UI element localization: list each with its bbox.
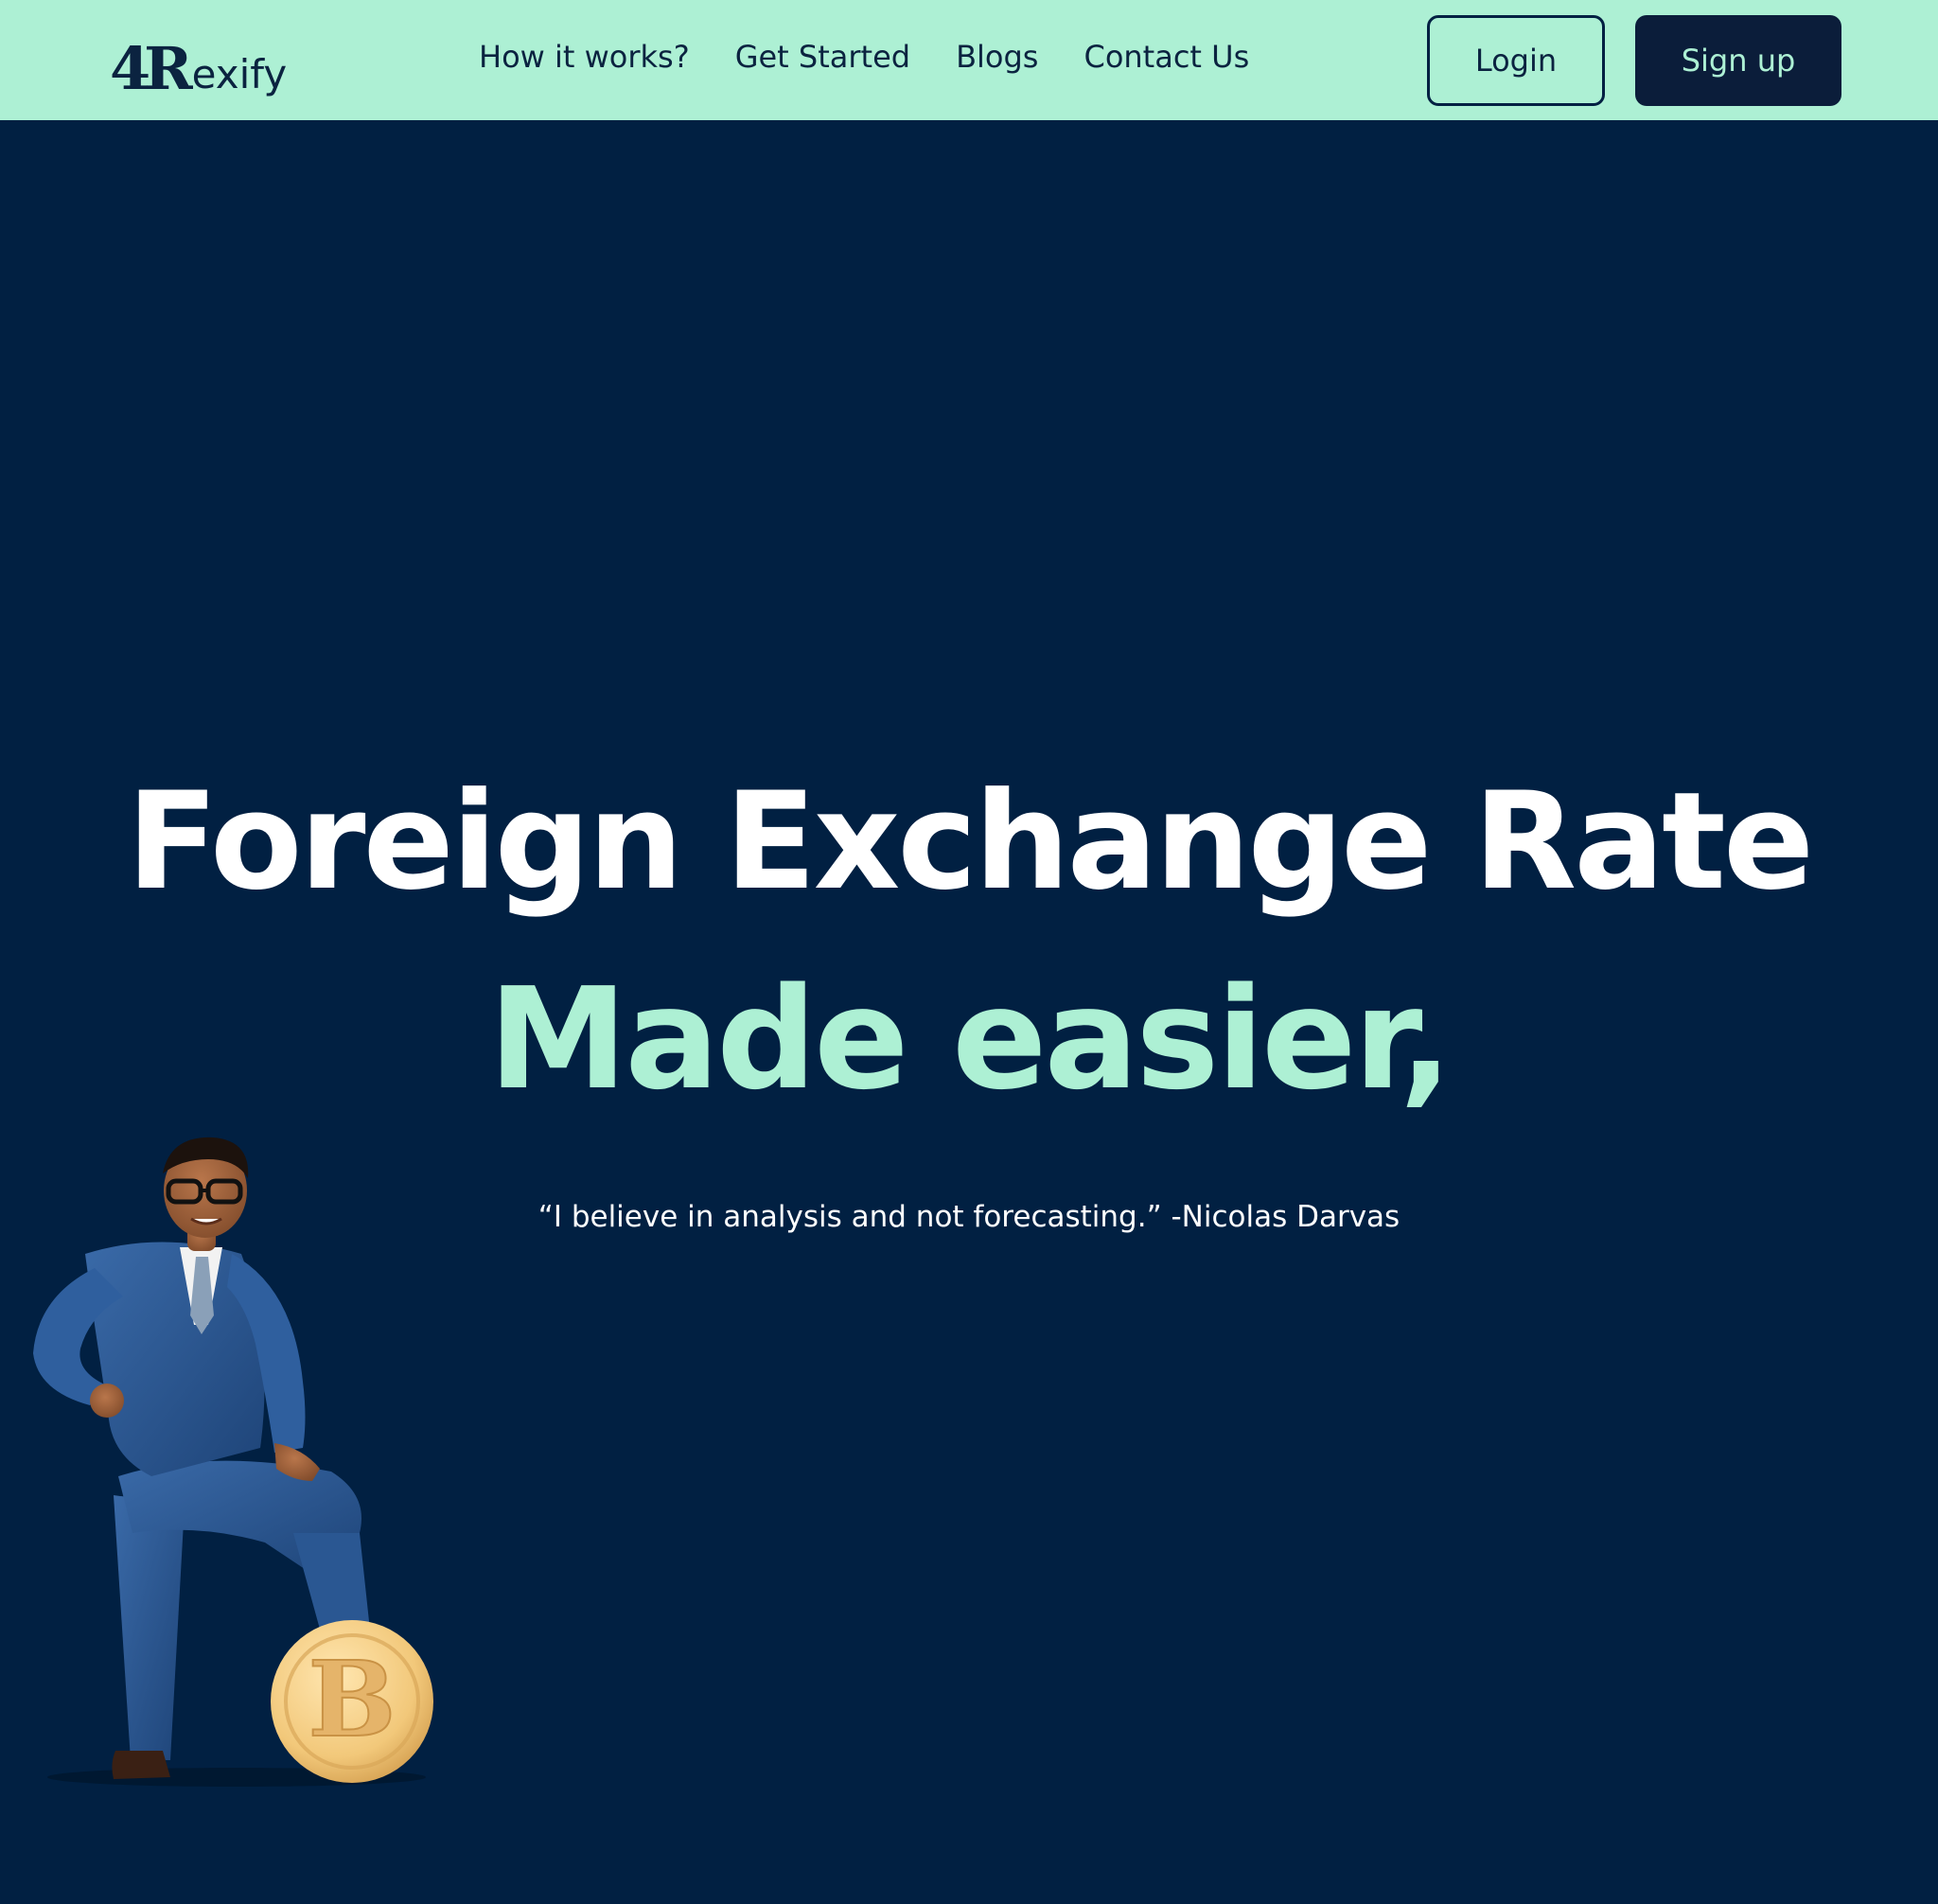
landing-page: 4R exify How it works? Get Started Blogs… [0,0,1938,1904]
login-button[interactable]: Login [1427,15,1605,106]
nav-how-it-works[interactable]: How it works? [479,34,690,79]
nav-blogs[interactable]: Blogs [956,34,1038,79]
signup-button[interactable]: Sign up [1635,15,1841,106]
logo-text: exify [191,51,288,97]
navbar: 4R exify How it works? Get Started Blogs… [0,0,1938,120]
brand-logo[interactable]: 4R exify [110,25,288,98]
hero-headline: Foreign Exchange Rate [126,764,1815,920]
businessman-on-bitcoin-icon: B [33,1137,433,1787]
nav-contact-us[interactable]: Contact Us [1084,34,1249,79]
main-nav: How it works? Get Started Blogs Contact … [479,34,1249,79]
hero-subheadline: Made easier, [488,958,1453,1120]
logo-mark: 4R [110,34,193,103]
nav-get-started[interactable]: Get Started [735,34,910,79]
coin-symbol: B [308,1638,396,1760]
